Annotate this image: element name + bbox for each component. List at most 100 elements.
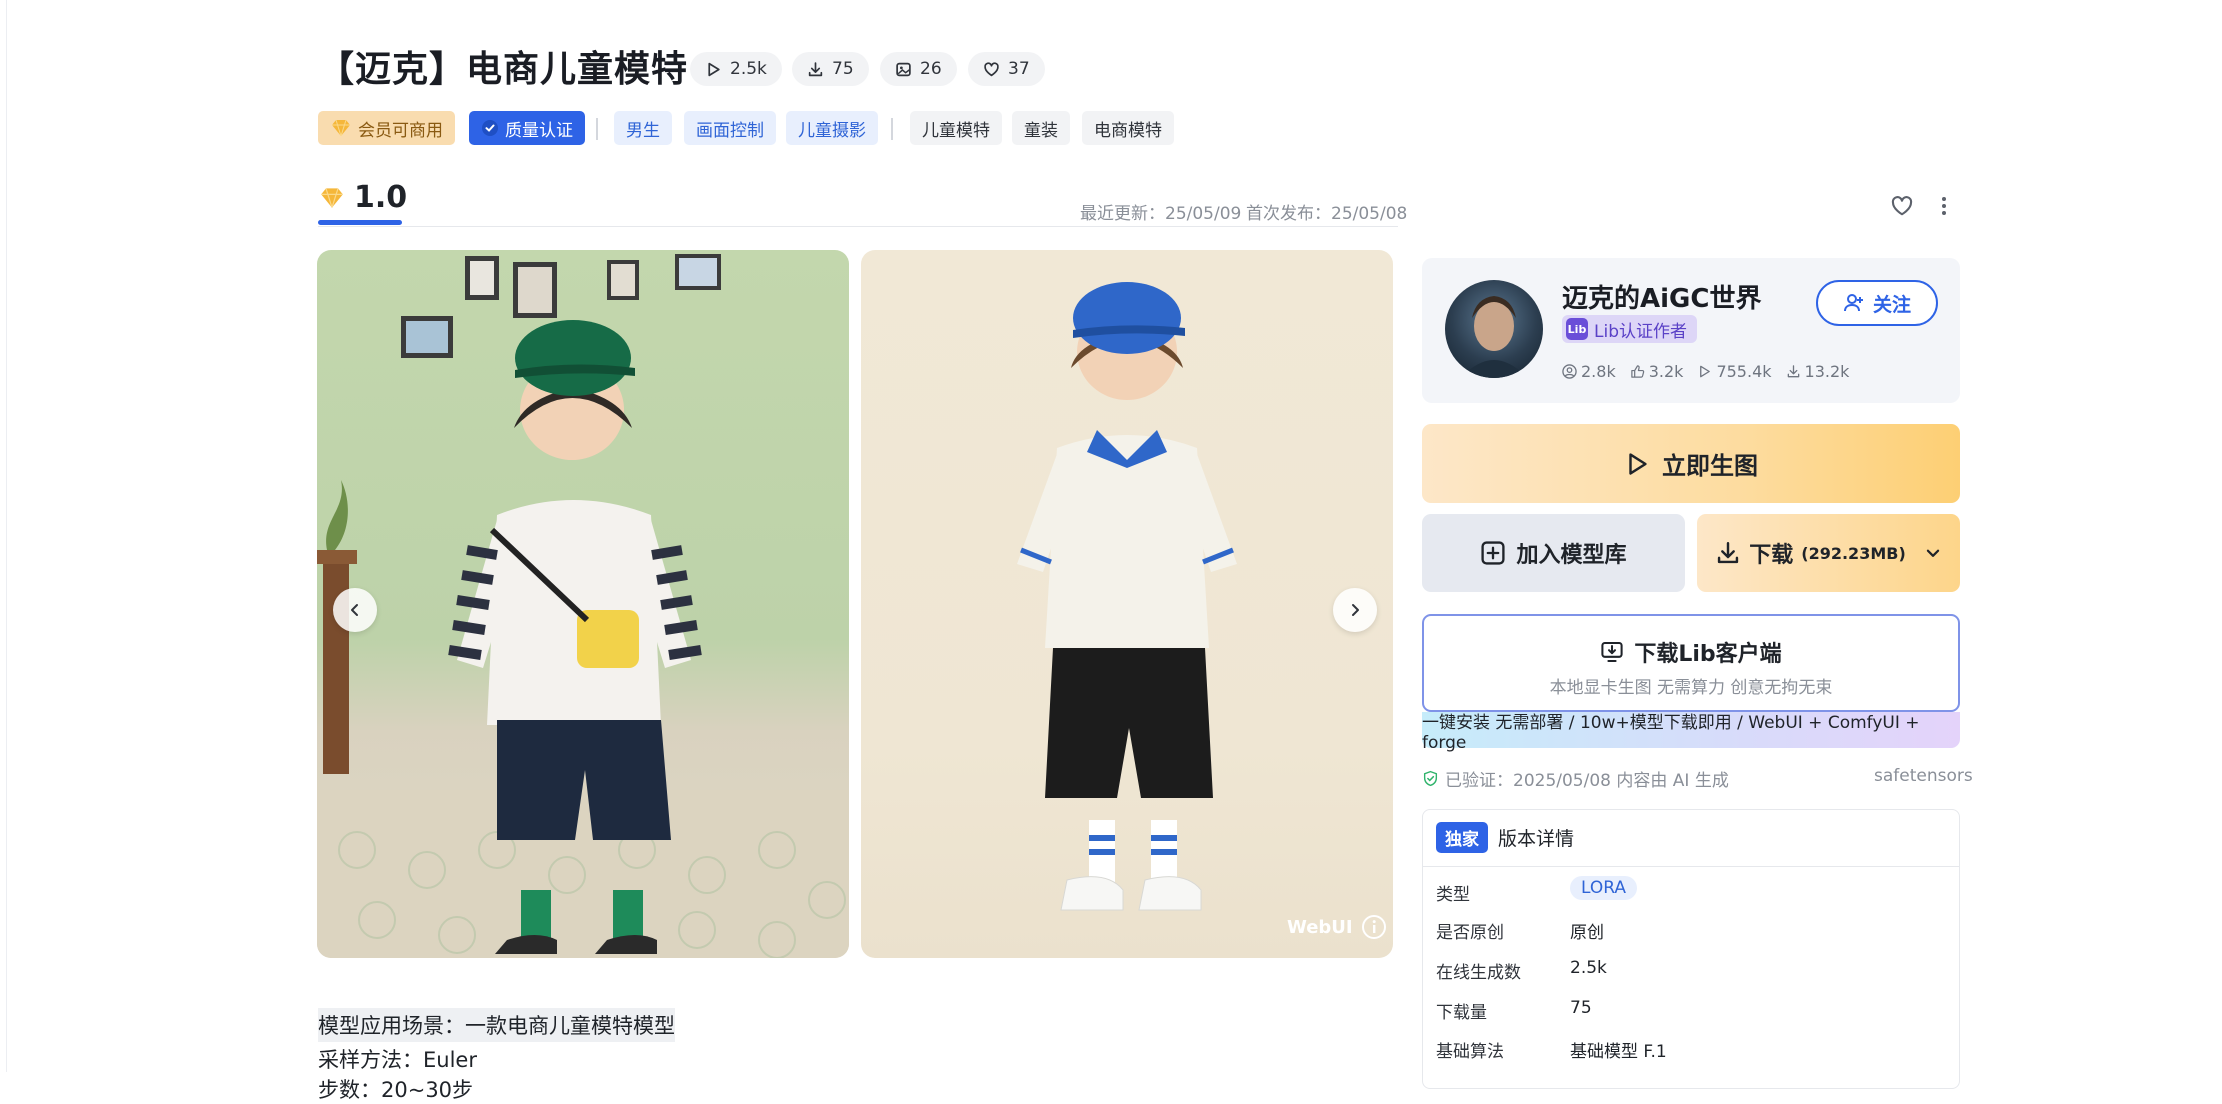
follow-button[interactable]: 关注 — [1816, 280, 1938, 326]
info-icon — [1361, 915, 1386, 939]
download-icon — [1718, 542, 1739, 564]
version-details-header: 独家 版本详情 — [1436, 822, 1574, 853]
verification-text: 已验证：2025/05/08 内容由 AI 生成 — [1445, 771, 1729, 791]
add-to-library-button[interactable]: 加入模型库 — [1422, 514, 1685, 592]
more-menu-button[interactable] — [1934, 192, 1954, 220]
child-model-photo — [1017, 282, 1237, 911]
lib-badge-label: Lib认证作者 — [1594, 321, 1687, 342]
lora-badge: LORA — [1570, 876, 1637, 900]
download-client-title[interactable]: 下载Lib客户端 — [1422, 636, 1960, 668]
detail-key-base-model: 基础算法 — [1436, 1042, 1504, 1062]
tag-ecommerce-model[interactable]: 电商模特 — [1082, 111, 1174, 145]
author-name[interactable]: 迈克的AiGC世界 — [1562, 278, 1761, 315]
tag-member-label: 会员可商用 — [358, 120, 443, 141]
tag-divider — [596, 118, 598, 140]
lib-certified-badge: Lib Lib认证作者 — [1562, 315, 1697, 343]
chevron-down-icon — [1926, 549, 1939, 557]
page-left-border — [6, 0, 7, 1072]
add-user-icon — [1843, 294, 1863, 312]
generation-info[interactable]: WebUI — [1287, 914, 1387, 940]
add-box-icon — [1481, 541, 1506, 565]
tag-child-photography[interactable]: 儿童摄影 — [786, 111, 878, 145]
tag-kids-clothing[interactable]: 童装 — [1012, 111, 1070, 145]
author-stats: 2.8k 3.2k 755.4k 13.2k — [1562, 362, 1849, 381]
version-label: 1.0 — [354, 180, 408, 215]
detail-value-type: LORA — [1570, 876, 1637, 900]
author-runs: 755.4k — [1697, 362, 1772, 381]
shield-check-icon — [1423, 770, 1438, 787]
last-updated: 最近更新：25/05/09 — [1080, 204, 1242, 224]
stat-downloads: 75 — [792, 52, 869, 86]
version-tab[interactable]: 1.0 — [318, 180, 407, 215]
generate-now-label: 立即生图 — [1662, 452, 1758, 480]
details-divider — [1423, 866, 1959, 867]
heart-icon — [1891, 196, 1913, 216]
stat-images-value: 26 — [920, 59, 942, 79]
tag-composition-control[interactable]: 画面控制 — [684, 111, 776, 145]
like-icon — [1630, 365, 1644, 378]
download-client-subtitle: 本地显卡生图 无需算力 创意无拘无束 — [1549, 678, 1833, 698]
generate-now-button[interactable]: 立即生图 — [1422, 424, 1960, 503]
add-to-library-label: 加入模型库 — [1516, 543, 1627, 568]
heart-icon — [984, 61, 999, 76]
stat-images: 26 — [880, 52, 957, 86]
webui-watermark: WebUI — [1287, 916, 1353, 938]
diamond-icon — [332, 119, 350, 137]
detail-value-online-generations: 2.5k — [1570, 958, 1607, 978]
version-tab-indicator — [318, 220, 402, 225]
stat-runs: 2.5k — [690, 52, 782, 86]
stat-runs-value: 2.5k — [730, 59, 767, 79]
author-downloads: 13.2k — [1786, 362, 1850, 381]
verification-info: 已验证：2025/05/08 内容由 AI 生成 — [1422, 766, 1729, 791]
gallery-prev-button[interactable] — [333, 588, 377, 632]
description-steps: 步数：20~30步 — [318, 1078, 474, 1102]
tag-member-commercial[interactable]: 会员可商用 — [318, 111, 455, 145]
tag-child-model[interactable]: 儿童模特 — [910, 111, 1002, 145]
gallery-image-1[interactable] — [317, 250, 849, 958]
play-icon — [708, 62, 720, 76]
image-icon — [896, 62, 911, 76]
lib-logo-icon: Lib — [1566, 318, 1588, 340]
stat-likes-value: 37 — [1008, 59, 1030, 79]
user-icon — [1562, 364, 1577, 379]
author-downloads-value: 13.2k — [1804, 362, 1850, 381]
desktop-download-icon — [1601, 641, 1623, 663]
detail-value-downloads: 75 — [1570, 998, 1592, 1018]
more-vertical-icon — [1942, 197, 1946, 215]
tag-quality-certified[interactable]: 质量认证 — [469, 111, 585, 145]
chevron-right-icon — [1352, 604, 1359, 616]
download-icon — [1787, 365, 1799, 378]
exclusive-badge: 独家 — [1436, 822, 1488, 853]
version-divider — [318, 226, 1398, 227]
play-icon — [1629, 452, 1647, 475]
download-icon — [808, 61, 823, 76]
description-scenario: 模型应用场景：一款电商儿童模特模型 — [318, 1008, 675, 1042]
detail-key-downloads: 下载量 — [1436, 1003, 1487, 1023]
gallery-image-2[interactable] — [861, 250, 1393, 958]
follow-label: 关注 — [1872, 293, 1911, 316]
download-label: 下载 — [1749, 543, 1794, 568]
author-runs-value: 755.4k — [1716, 362, 1772, 381]
favorite-button[interactable] — [1888, 192, 1916, 220]
stat-downloads-value: 75 — [832, 59, 854, 79]
detail-key-online-generations: 在线生成数 — [1436, 963, 1521, 983]
tag-boy[interactable]: 男生 — [614, 111, 672, 145]
avatar-portrait — [1461, 296, 1527, 378]
diamond-icon — [321, 187, 343, 208]
avatar[interactable] — [1445, 280, 1543, 378]
author-followers-value: 2.8k — [1581, 362, 1616, 381]
tag-divider — [891, 118, 893, 140]
play-icon — [1700, 365, 1711, 378]
first-published: 首次发布：25/05/08 — [1246, 204, 1408, 224]
author-likes: 3.2k — [1630, 362, 1684, 381]
download-button[interactable]: 下载 (292.23MB) — [1697, 514, 1960, 592]
model-title: 【迈克】电商儿童模特 — [318, 49, 689, 90]
gallery-next-button[interactable] — [1333, 588, 1377, 632]
version-details-title: 版本详情 — [1498, 828, 1575, 850]
author-likes-value: 3.2k — [1648, 362, 1684, 381]
file-format: safetensors — [1874, 766, 1973, 786]
download-client-label: 下载Lib客户端 — [1634, 642, 1782, 667]
description-sampler: 采样方法：Euler — [318, 1048, 477, 1072]
check-shield-icon — [482, 120, 498, 136]
download-size: (292.23MB) — [1801, 543, 1906, 563]
